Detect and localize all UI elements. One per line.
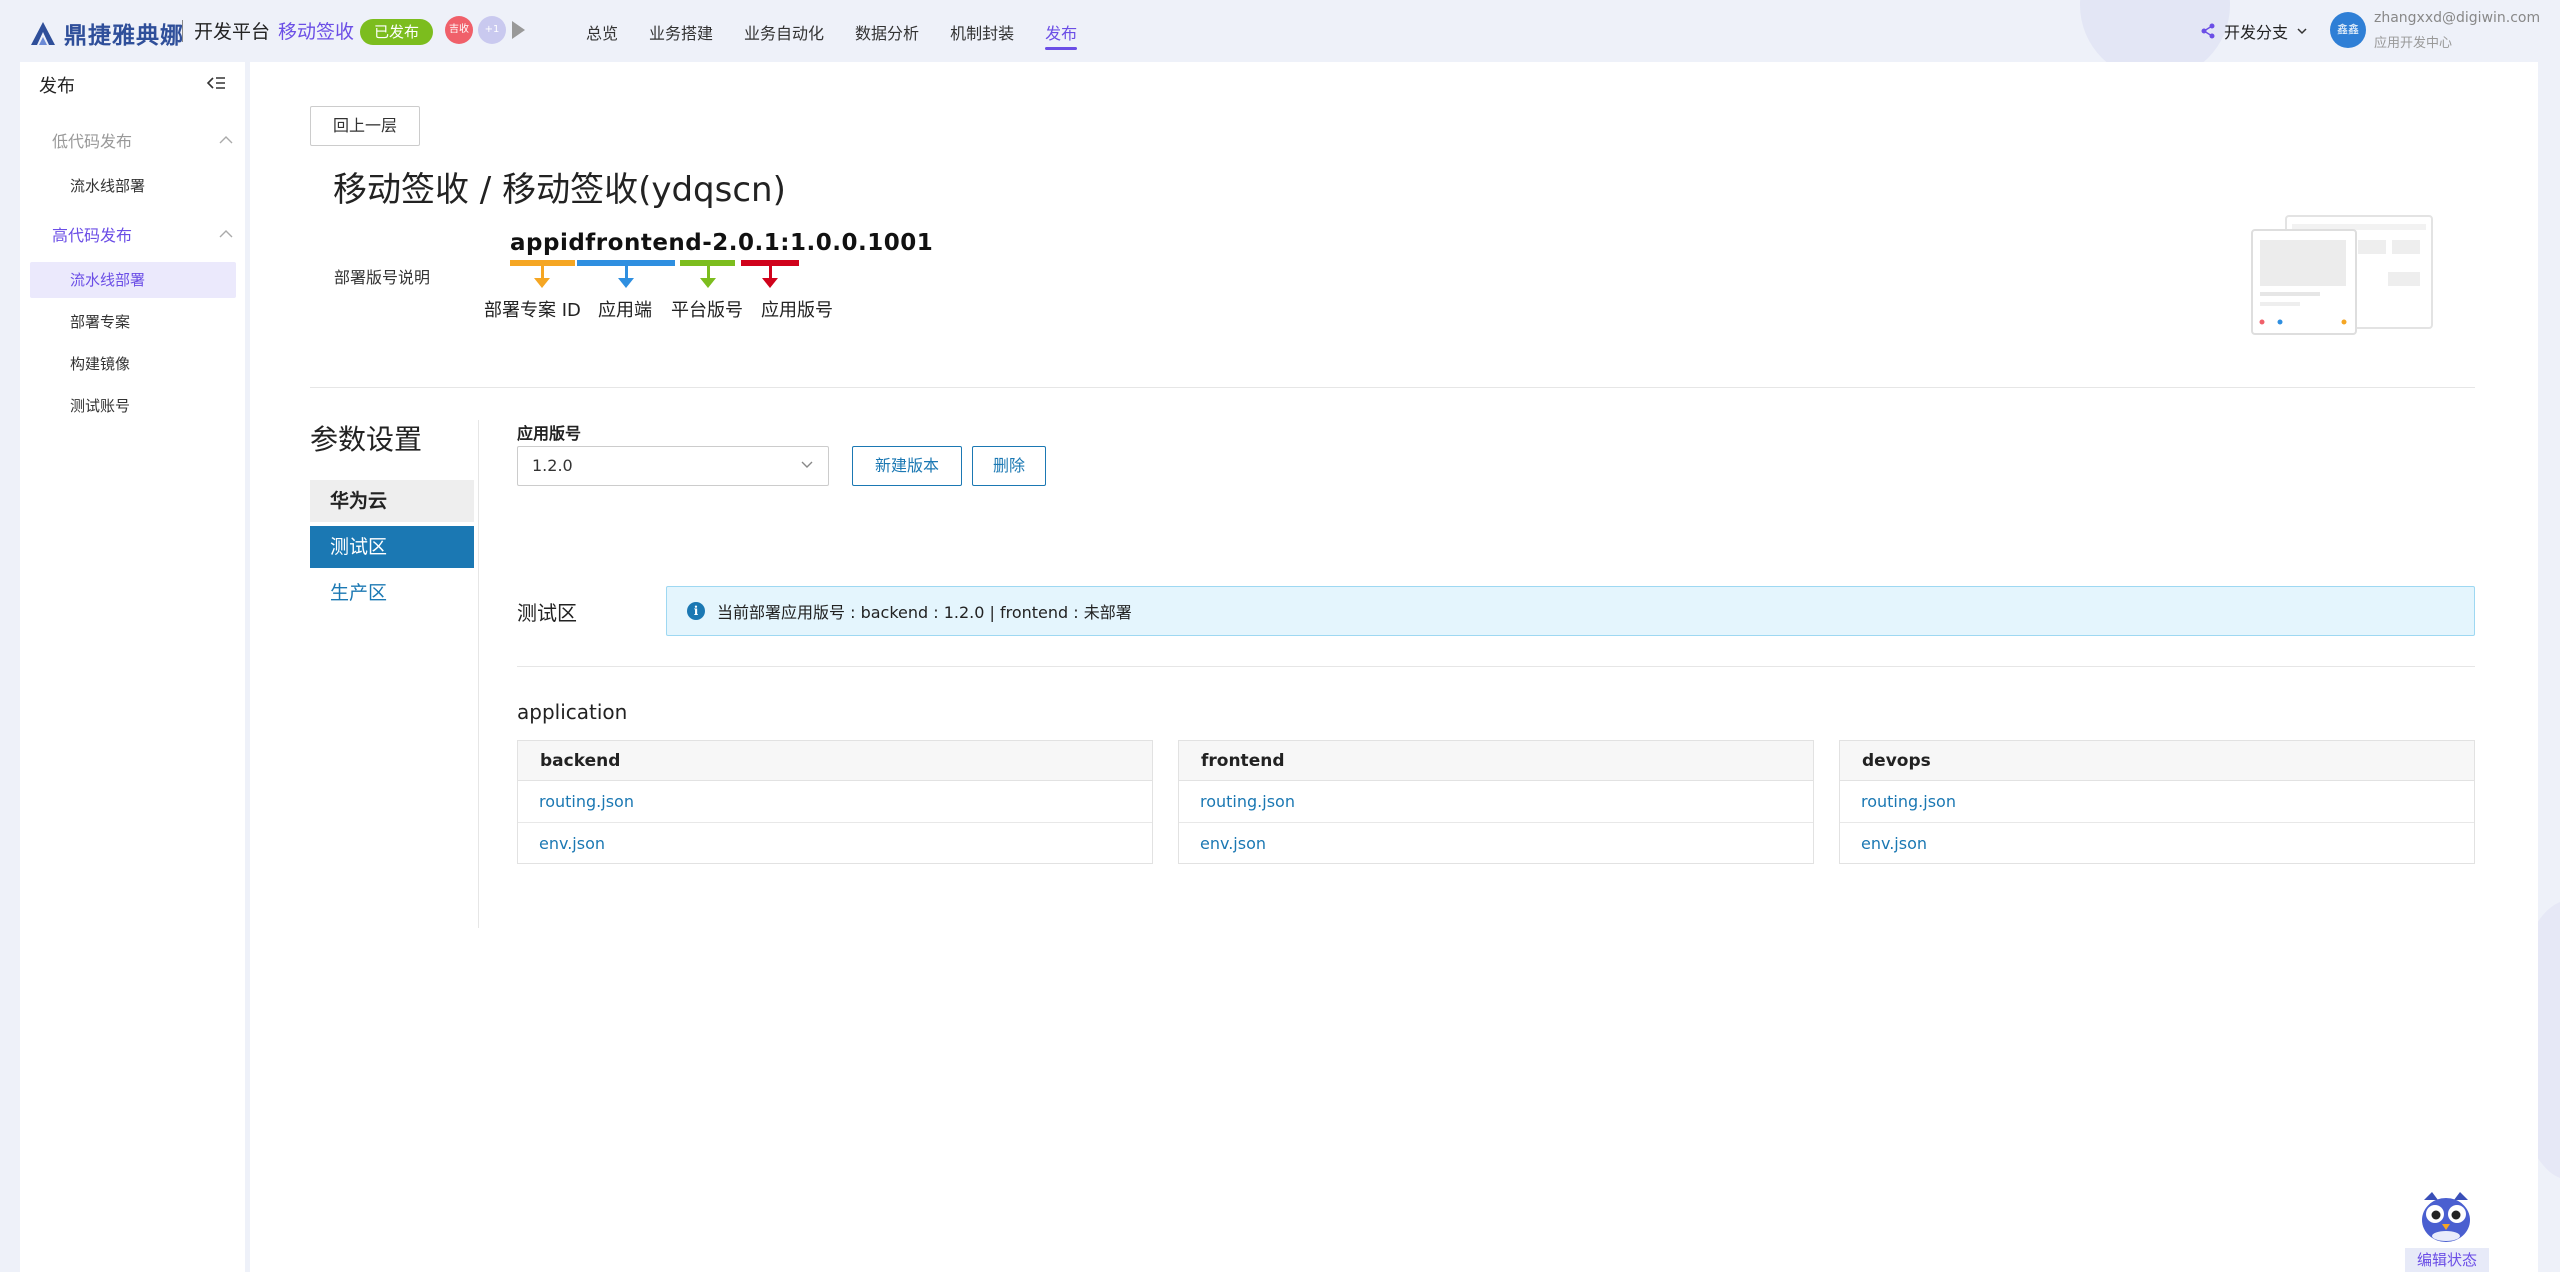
top-bar: 鼎捷雅典娜 开发平台 移动签收 已发布 吉收 +1 总览 业务搭建 业务自动化 … bbox=[0, 0, 2560, 62]
collapse-sidebar-icon[interactable] bbox=[206, 73, 226, 93]
delete-button[interactable]: 删除 bbox=[972, 446, 1046, 486]
arrow-down-icon bbox=[762, 278, 778, 288]
group-label: 低代码发布 bbox=[52, 132, 133, 151]
env-tab-production[interactable]: 生产区 bbox=[310, 572, 474, 614]
env-tab-test[interactable]: 测试区 bbox=[310, 526, 474, 568]
avatar[interactable]: 鑫鑫 bbox=[2330, 12, 2366, 48]
brand-name: 鼎捷雅典娜 bbox=[64, 23, 184, 49]
play-icon[interactable] bbox=[512, 21, 525, 39]
app-version-select[interactable]: 1.2.0 bbox=[517, 446, 829, 486]
group-highcode[interactable]: 高代码发布 bbox=[20, 214, 245, 254]
app-version-value: 1.2.0 bbox=[532, 456, 573, 475]
file-link-env[interactable]: env.json bbox=[1179, 822, 1813, 863]
user-email: zhangxxd@digiwin.com bbox=[2374, 10, 2541, 26]
branch-selector[interactable]: 开发分支 bbox=[2200, 19, 2308, 43]
sidebar-title: 发布 bbox=[39, 76, 75, 97]
version-part-label: 应用版号 bbox=[761, 300, 833, 321]
info-icon: i bbox=[687, 602, 705, 620]
file-link-routing[interactable]: routing.json bbox=[518, 781, 1152, 822]
card-title: backend bbox=[518, 741, 1152, 781]
deploy-illustration bbox=[2251, 215, 2433, 335]
new-version-button[interactable]: 新建版本 bbox=[852, 446, 962, 486]
version-part-label: 平台版号 bbox=[671, 300, 743, 321]
sidebar-item-test-account[interactable]: 测试账号 bbox=[30, 388, 236, 424]
nav-data-analysis[interactable]: 数据分析 bbox=[855, 20, 919, 50]
sidebar-item-pipeline[interactable]: 流水线部署 bbox=[30, 262, 236, 298]
status-badge: 已发布 bbox=[360, 19, 434, 45]
page-title: 移动签收 / 移动签收(ydqscn) bbox=[333, 170, 786, 210]
arrow-down-icon bbox=[700, 278, 716, 288]
sidebar-item-deploy-project[interactable]: 部署专案 bbox=[30, 304, 236, 340]
config-card-devops: devops routing.json env.json bbox=[1839, 740, 2475, 864]
params-title: 参数设置 bbox=[310, 423, 423, 456]
group-lowcode[interactable]: 低代码发布 bbox=[20, 120, 245, 160]
nav-mechanism[interactable]: 机制封装 bbox=[950, 20, 1014, 50]
deploy-info-alert: i 当前部署应用版号 : backend : 1.2.0 | frontend … bbox=[666, 586, 2475, 636]
platform-label: 开发平台 bbox=[194, 21, 271, 43]
zone-label: 测试区 bbox=[517, 601, 577, 625]
collaborator-avatar[interactable]: 吉收 bbox=[445, 16, 473, 44]
top-nav: 总览 业务搭建 业务自动化 数据分析 机制封装 发布 bbox=[586, 20, 1078, 50]
nav-overview[interactable]: 总览 bbox=[586, 20, 618, 50]
brand-logo-icon bbox=[31, 22, 55, 45]
divider bbox=[478, 420, 479, 928]
branch-label: 开发分支 bbox=[2224, 23, 2289, 42]
sidebar-item-lowcode-pipeline[interactable]: 流水线部署 bbox=[30, 168, 236, 204]
nav-business-build[interactable]: 业务搭建 bbox=[649, 20, 713, 50]
file-link-routing[interactable]: routing.json bbox=[1840, 781, 2474, 822]
file-link-env[interactable]: env.json bbox=[518, 822, 1152, 863]
config-card-backend: backend routing.json env.json bbox=[517, 740, 1153, 864]
chevron-up-icon bbox=[219, 136, 233, 144]
version-part-label: 部署专案 ID bbox=[484, 300, 581, 321]
chevron-down-icon bbox=[2297, 28, 2307, 35]
version-desc-label: 部署版号说明 bbox=[334, 268, 431, 287]
config-card-frontend: frontend routing.json env.json bbox=[1178, 740, 1814, 864]
divider bbox=[182, 20, 183, 42]
arrow-down-icon bbox=[618, 278, 634, 288]
sidebar: 发布 低代码发布 流水线部署 高代码发布 流水线部署 部署专案 构建镜像 测试账… bbox=[20, 62, 245, 1272]
logo[interactable]: 鼎捷雅典娜 bbox=[28, 16, 184, 50]
deploy-info-text: 当前部署应用版号 : backend : 1.2.0 | frontend : … bbox=[717, 603, 1132, 622]
sidebar-item-build-image[interactable]: 构建镜像 bbox=[30, 346, 236, 382]
env-tab-huawei-cloud[interactable]: 华为云 bbox=[310, 480, 474, 522]
chevron-down-icon bbox=[801, 461, 813, 468]
application-label: application bbox=[517, 700, 628, 724]
app-version-label: 应用版号 bbox=[517, 424, 582, 443]
card-title: devops bbox=[1840, 741, 2474, 781]
nav-business-automation[interactable]: 业务自动化 bbox=[744, 20, 824, 50]
user-role: 应用开发中心 bbox=[2374, 36, 2453, 51]
nav-publish[interactable]: 发布 bbox=[1045, 20, 1078, 50]
edit-state-label[interactable]: 编辑状态 bbox=[2405, 1248, 2489, 1272]
file-link-env[interactable]: env.json bbox=[1840, 822, 2474, 863]
app-name[interactable]: 移动签收 bbox=[278, 17, 354, 44]
version-part-label: 应用端 bbox=[598, 300, 652, 321]
more-collaborators-avatar[interactable]: +1 bbox=[478, 16, 506, 44]
arrow-down-icon bbox=[534, 278, 550, 288]
back-button[interactable]: 回上一层 bbox=[310, 106, 420, 146]
file-link-routing[interactable]: routing.json bbox=[1179, 781, 1813, 822]
main-content: 回上一层 移动签收 / 移动签收(ydqscn) 部署版号说明 appidfro… bbox=[250, 62, 2538, 1272]
version-code: appidfrontend-2.0.1:1.0.0.1001 bbox=[510, 230, 934, 256]
group-label: 高代码发布 bbox=[52, 226, 133, 245]
chevron-up-icon bbox=[219, 230, 233, 238]
card-title: frontend bbox=[1179, 741, 1813, 781]
owl-assistant-icon[interactable] bbox=[2416, 1190, 2476, 1246]
divider bbox=[310, 387, 2475, 388]
divider bbox=[517, 666, 2475, 667]
share-icon bbox=[2201, 23, 2215, 39]
